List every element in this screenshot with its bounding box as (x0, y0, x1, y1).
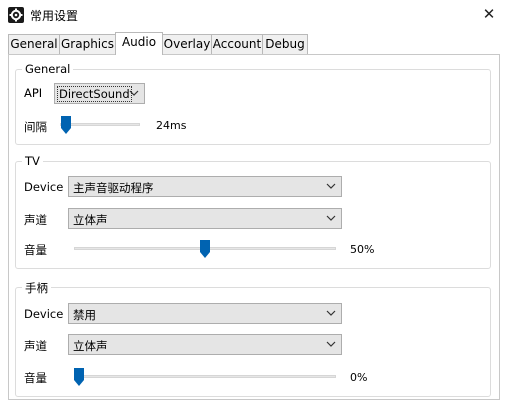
gamepad-channel-label: 声道 (24, 339, 47, 353)
latency-slider-track (60, 123, 140, 126)
tab-general[interactable]: General (8, 34, 60, 54)
close-button[interactable]: ✕ (476, 3, 502, 25)
gamepad-channel-value: 立体声 (73, 339, 108, 353)
general-group: General API DirectSound 间隔 24ms (15, 62, 491, 145)
tv-channel-label: 声道 (24, 213, 47, 227)
general-group-title: General (22, 62, 74, 76)
gamepad-group-title: 手柄 (22, 280, 51, 296)
tv-group: TV Device 主声音驱动程序 声道 立体声 音量 50% (15, 154, 491, 269)
title-bar: 常用设置 ✕ (0, 0, 508, 30)
tv-volume-label: 音量 (24, 243, 47, 257)
tv-channel-value: 立体声 (73, 213, 108, 227)
tv-device-value: 主声音驱动程序 (73, 181, 154, 195)
tab-strip: General Graphics Audio Overlay Account D… (8, 32, 500, 55)
gamepad-channel-select[interactable]: 立体声 (68, 334, 342, 355)
api-label: API (24, 86, 43, 100)
gamepad-volume-track (74, 375, 336, 378)
gamepad-volume-value: 0% (350, 371, 368, 384)
api-select-value: DirectSound (57, 86, 132, 102)
gamepad-volume-thumb[interactable] (74, 368, 84, 386)
latency-label: 间隔 (24, 120, 47, 134)
gear-icon (8, 7, 24, 23)
tab-debug[interactable]: Debug (262, 34, 308, 54)
latency-slider-thumb[interactable] (61, 116, 71, 134)
chevron-down-icon (326, 215, 336, 221)
latency-slider[interactable] (60, 116, 140, 134)
tab-overlay[interactable]: Overlay (162, 34, 212, 54)
tv-device-label: Device (24, 180, 64, 194)
gamepad-device-label: Device (24, 307, 64, 321)
gamepad-volume-slider[interactable] (74, 368, 336, 386)
tv-volume-slider[interactable] (74, 240, 336, 258)
audio-settings-panel: General API DirectSound 间隔 24ms TV Devic… (8, 54, 500, 400)
window-title: 常用设置 (30, 9, 79, 23)
gamepad-volume-label: 音量 (24, 371, 47, 385)
gamepad-group: 手柄 Device 禁用 声道 立体声 音量 0% (15, 280, 491, 397)
gamepad-device-value: 禁用 (73, 308, 96, 322)
chevron-down-icon (129, 90, 139, 96)
tab-audio[interactable]: Audio (115, 32, 163, 55)
tv-device-select[interactable]: 主声音驱动程序 (68, 176, 342, 197)
chevron-down-icon (326, 341, 336, 347)
tv-volume-thumb[interactable] (200, 240, 210, 258)
close-icon: ✕ (482, 5, 496, 23)
tab-graphics[interactable]: Graphics (59, 34, 116, 54)
tv-volume-value: 50% (350, 243, 375, 256)
gamepad-device-select[interactable]: 禁用 (68, 303, 342, 324)
tv-channel-select[interactable]: 立体声 (68, 208, 342, 229)
tv-group-title: TV (22, 154, 43, 168)
chevron-down-icon (326, 310, 336, 316)
latency-value: 24ms (156, 119, 187, 132)
chevron-down-icon (326, 183, 336, 189)
api-select[interactable]: DirectSound (54, 83, 145, 104)
tab-account[interactable]: Account (211, 34, 263, 54)
